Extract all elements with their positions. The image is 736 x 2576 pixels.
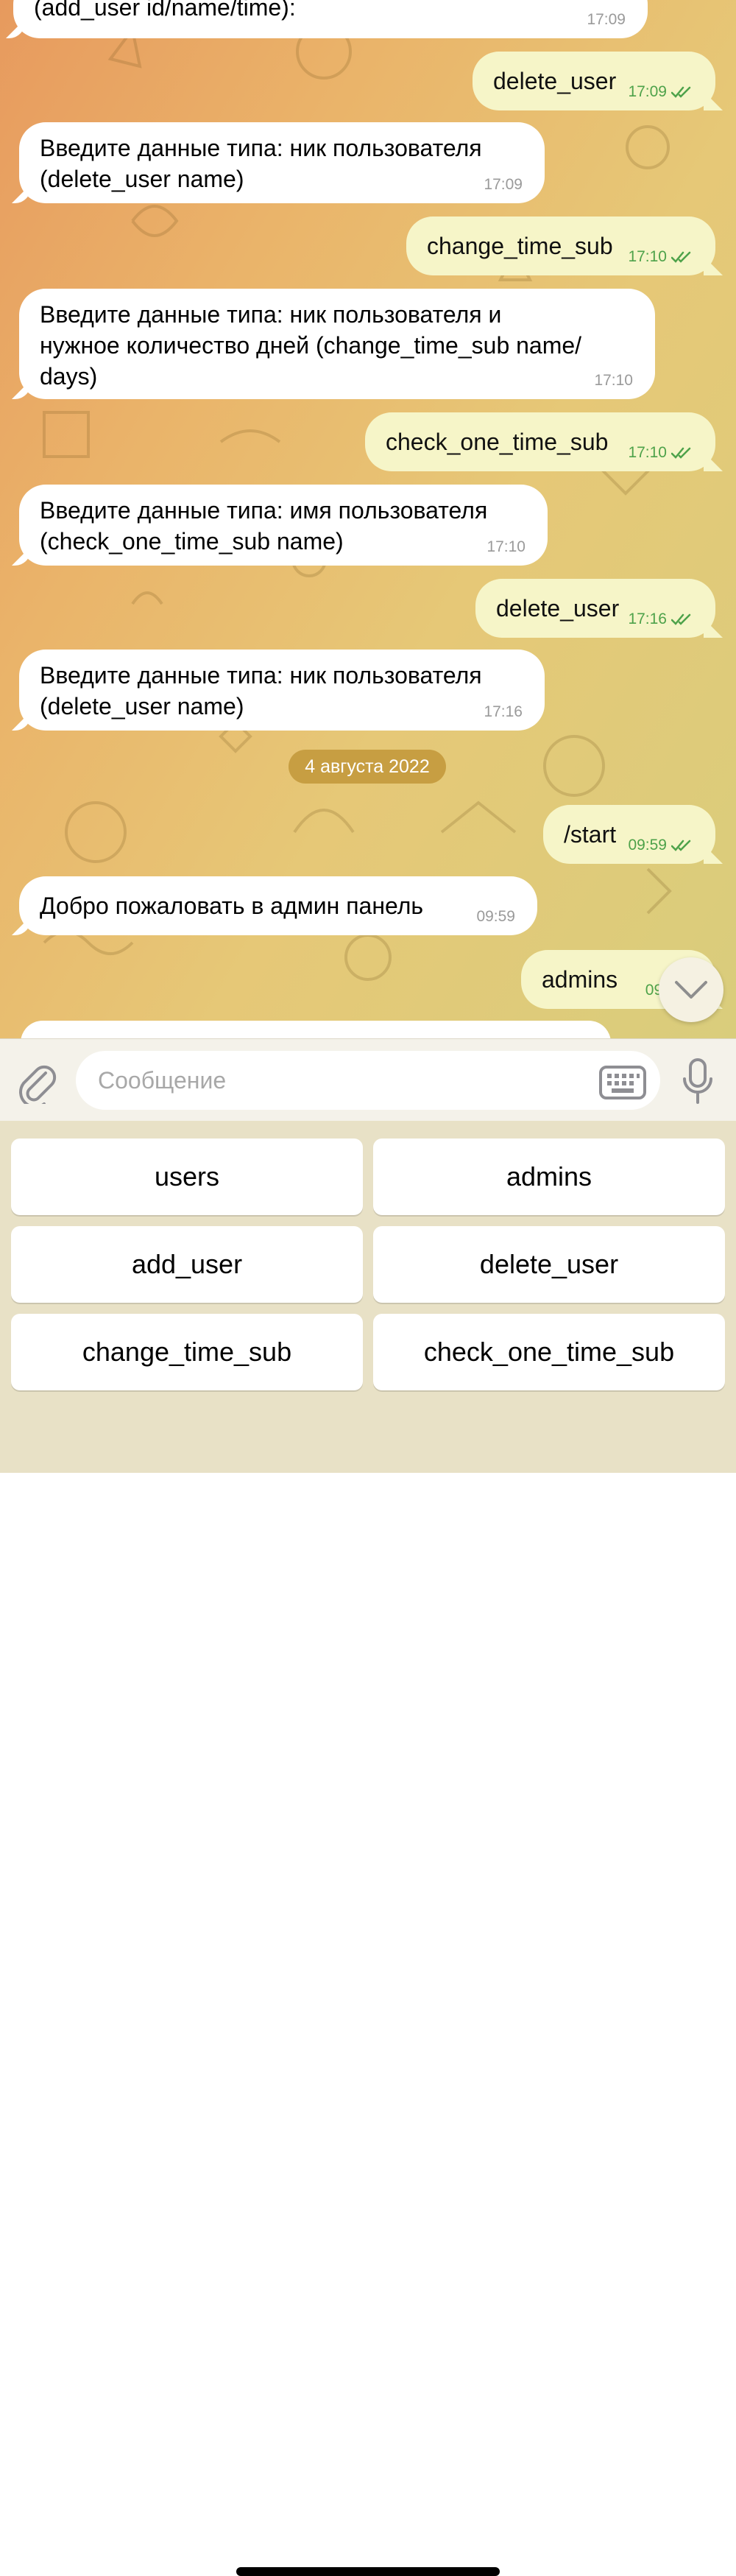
outgoing-message[interactable]: /start 09:59 xyxy=(543,805,715,864)
message-time: 17:16 xyxy=(484,703,523,720)
message-time: 09:59 xyxy=(476,908,515,925)
message-meta: 17:09 xyxy=(484,177,523,193)
microphone-icon[interactable] xyxy=(682,1058,714,1105)
incoming-message[interactable]: (add_user id/name/time): 17:09 xyxy=(13,0,648,38)
paperclip-icon[interactable] xyxy=(16,1060,57,1104)
message-time: 17:09 xyxy=(587,11,626,28)
message-meta: 09:59 xyxy=(476,909,515,925)
scroll-down-button[interactable] xyxy=(659,957,723,1022)
incoming-message[interactable]: Введите данные типа: ник пользователя и … xyxy=(19,289,655,399)
message-time: 17:09 xyxy=(628,83,667,100)
message-meta: 17:16 xyxy=(628,611,693,627)
message-time: 17:10 xyxy=(628,444,667,461)
keyboard-button-check-one-time-sub[interactable]: check_one_time_sub xyxy=(373,1314,725,1390)
message-time: 17:10 xyxy=(594,372,633,389)
bot-reply-keyboard: users admins add_user delete_user change… xyxy=(0,1121,736,2576)
double-check-icon xyxy=(671,86,691,98)
message-time: 09:59 xyxy=(628,837,667,854)
double-check-icon xyxy=(671,840,691,851)
message-input[interactable]: Сообщение xyxy=(76,1051,660,1110)
double-check-icon xyxy=(671,447,691,459)
message-meta: 17:16 xyxy=(484,704,523,720)
message-text: Введите данные типа: ник пользователя (d… xyxy=(40,662,482,719)
message-meta: 17:10 xyxy=(628,249,693,265)
message-meta: 17:10 xyxy=(486,539,526,555)
partial-message-bubble xyxy=(21,1021,611,1038)
incoming-message[interactable]: Введите данные типа: ник пользователя (d… xyxy=(19,650,545,731)
keyboard-button-change-time-sub[interactable]: change_time_sub xyxy=(11,1314,363,1390)
keyboard-icon[interactable] xyxy=(599,1066,646,1099)
double-check-icon xyxy=(671,251,691,263)
chevron-down-icon xyxy=(675,981,707,999)
keyboard-button-admins[interactable]: admins xyxy=(373,1139,725,1215)
message-time: 17:10 xyxy=(628,248,667,265)
message-input-bar: Сообщение xyxy=(0,1038,736,1122)
message-time: 17:10 xyxy=(486,538,526,555)
message-meta: 09:59 xyxy=(628,837,693,854)
message-meta: 17:09 xyxy=(587,12,626,28)
message-text: (add_user id/name/time): xyxy=(34,0,296,21)
message-meta: 17:10 xyxy=(628,445,693,461)
message-text: Добро пожаловать в админ панель xyxy=(40,893,424,919)
message-text: Введите данные типа: ник пользователя (d… xyxy=(40,135,482,192)
home-indicator xyxy=(236,2567,500,2576)
message-time: 17:16 xyxy=(628,610,667,627)
double-check-icon xyxy=(671,613,691,625)
message-meta: 17:09 xyxy=(628,84,693,100)
chat-area[interactable]: (add_user id/name/time): 17:09 delete_user… xyxy=(0,0,736,1038)
keyboard-button-delete-user[interactable]: delete_user xyxy=(373,1226,725,1303)
outgoing-message[interactable]: check_one_time_sub 17:10 xyxy=(365,412,715,471)
outgoing-message[interactable]: delete_user 17:09 xyxy=(473,52,715,110)
outgoing-message[interactable]: delete_user 17:16 xyxy=(475,579,715,638)
message-text: Введите данные типа: имя пользователя (c… xyxy=(40,497,488,555)
incoming-message[interactable]: Введите данные типа: ник пользователя (d… xyxy=(19,122,545,203)
incoming-message[interactable]: Добро пожаловать в админ панель 09:59 xyxy=(19,876,537,935)
keyboard-button-users[interactable]: users xyxy=(11,1139,363,1215)
message-text: Введите данные типа: ник пользователя и … xyxy=(40,301,582,390)
message-meta: 17:10 xyxy=(594,373,633,389)
message-time: 17:09 xyxy=(484,176,523,193)
keyboard-button-add-user[interactable]: add_user xyxy=(11,1226,363,1303)
outgoing-message[interactable]: change_time_sub 17:10 xyxy=(406,217,715,275)
date-separator: 4 августа 2022 xyxy=(289,750,446,784)
incoming-message[interactable]: Введите данные типа: имя пользователя (c… xyxy=(19,485,548,566)
